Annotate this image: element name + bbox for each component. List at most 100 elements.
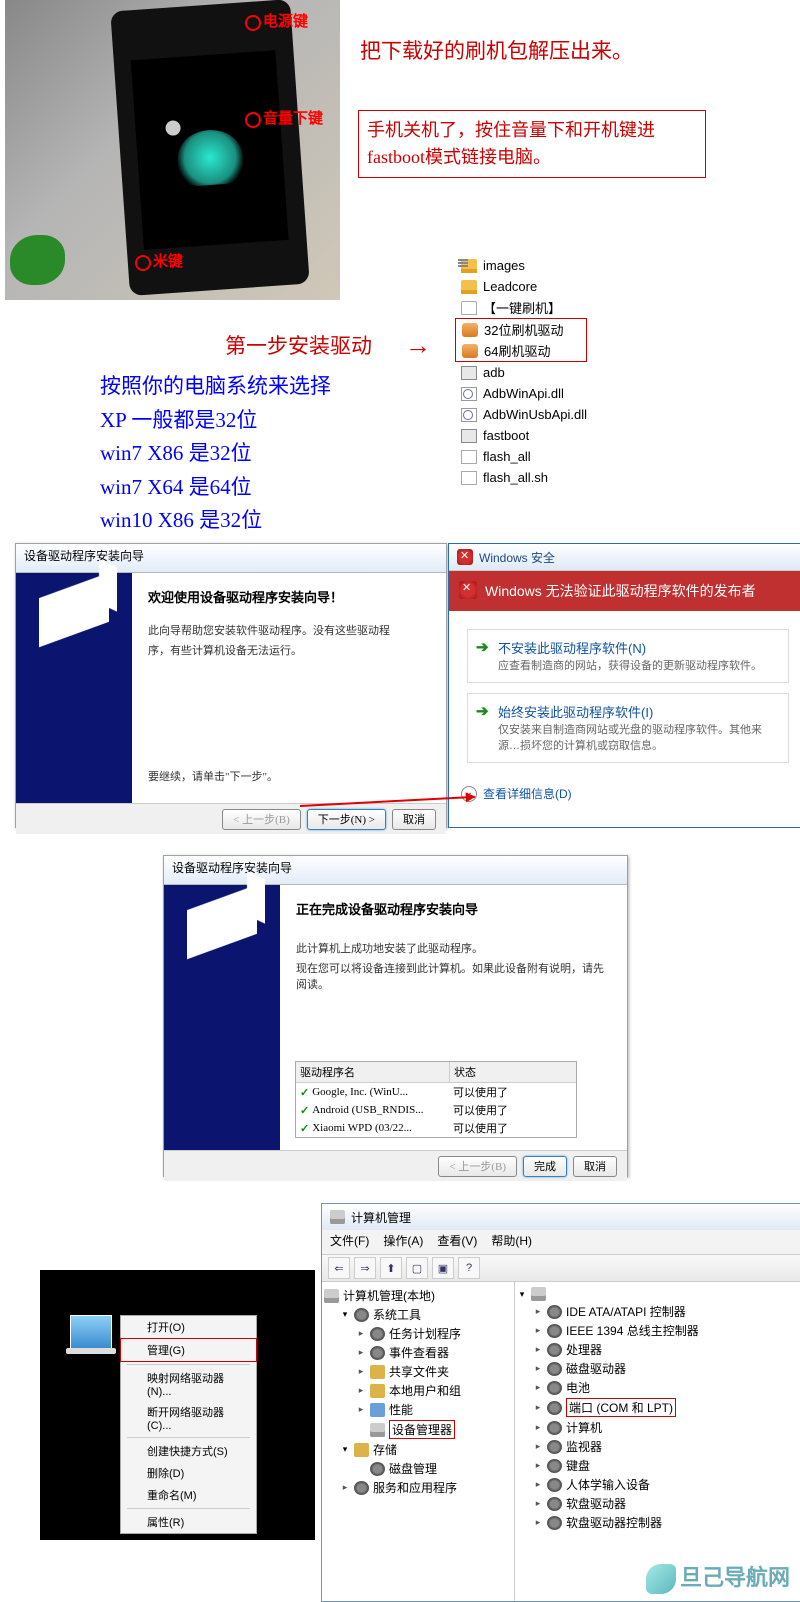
menu-item[interactable]: 重命名(M) [121,1484,256,1506]
tree-node[interactable]: ▸计算机 [517,1418,798,1437]
file-item[interactable]: fastboot [455,425,587,446]
menu-item[interactable]: 断开网络驱动器(C)... [121,1401,256,1435]
driver-name: Google, Inc. (WinU... [312,1086,408,1098]
expand-icon[interactable]: ▸ [533,1382,543,1393]
menu-item[interactable]: 删除(D) [121,1462,256,1484]
expand-icon[interactable]: ▸ [533,1363,543,1374]
menu-item[interactable]: 查看(V) [437,1232,477,1252]
file-item[interactable]: AdbWinUsbApi.dll [455,404,587,425]
tree-root[interactable]: 计算机管理(本地) [324,1286,512,1305]
option-dont-install[interactable]: ➔ 不安装此驱动程序软件(N) 应查看制造商的网站，获得设备的更新驱动程序软件。 [467,629,789,683]
cancel-button[interactable]: 取消 [392,809,436,830]
file-item[interactable]: 32位刷机驱动 [455,318,587,340]
expand-icon[interactable]: ▸ [533,1306,543,1317]
tree-node[interactable]: ▸人体学输入设备 [517,1475,798,1494]
cancel-button[interactable]: 取消 [573,1156,617,1177]
next-button[interactable]: 下一步(N) > [307,809,386,830]
expand-icon[interactable]: ▸ [533,1402,543,1413]
tree-node[interactable]: ▸本地用户和组 [324,1381,512,1400]
file-item[interactable]: 【一键刷机】 [455,297,587,318]
tree-node[interactable]: ▸IEEE 1394 总线主控制器 [517,1321,798,1340]
tree-node[interactable]: ▸IDE ATA/ATAPI 控制器 [517,1302,798,1321]
dll-icon [461,408,477,422]
tree-node[interactable]: ▸键盘 [517,1456,798,1475]
expand-icon[interactable]: ▸ [356,1366,366,1377]
computer-icon[interactable] [70,1315,112,1349]
expand-icon[interactable]: ▸ [533,1460,543,1471]
file-item[interactable]: adb [455,362,587,383]
help-button[interactable]: ? [458,1257,480,1279]
computer-icon [531,1287,546,1301]
expand-icon[interactable]: ▸ [533,1422,543,1433]
left-tree: 计算机管理(本地) ▾系统工具▸任务计划程序▸事件查看器▸共享文件夹▸本地用户和… [322,1282,515,1602]
expand-icon[interactable]: ▸ [533,1479,543,1490]
expand-icon[interactable]: ▸ [356,1328,366,1339]
security-title-text: Windows 安全 [479,549,555,566]
shield-icon [459,581,477,599]
finish-button[interactable]: 完成 [523,1156,567,1177]
file-item[interactable]: images [455,255,587,276]
tree-node[interactable]: ▸端口 (COM 和 LPT) [517,1397,798,1418]
menu-item[interactable]: 操作(A) [383,1232,423,1252]
menu-item[interactable]: 打开(O) [121,1316,256,1338]
exe-icon [461,429,477,443]
expand-icon[interactable]: ▸ [356,1404,366,1415]
tree-node[interactable]: ▸共享文件夹 [324,1362,512,1381]
expand-icon[interactable]: ▾ [517,1289,527,1300]
menu-item[interactable]: 映射网络驱动器(N)... [121,1367,256,1401]
expand-icon[interactable]: ▸ [533,1517,543,1528]
file-item[interactable]: flash_all [455,446,587,467]
expand-icon[interactable]: ▸ [356,1385,366,1396]
expand-icon[interactable]: ▸ [533,1498,543,1509]
file-name: adb [483,365,505,380]
menu-item[interactable]: 属性(R) [121,1511,256,1533]
file-item[interactable]: AdbWinApi.dll [455,383,587,404]
props-button[interactable]: ▢ [406,1257,428,1279]
forward-button[interactable]: ⇒ [354,1257,376,1279]
tree-node[interactable]: ▸任务计划程序 [324,1324,512,1343]
expand-icon[interactable]: ▸ [356,1347,366,1358]
tree-node[interactable]: ▸磁盘驱动器 [517,1359,798,1378]
node-label: 磁盘管理 [389,1460,437,1477]
up-button[interactable]: ⬆ [380,1257,402,1279]
tree-node[interactable]: ▸处理器 [517,1340,798,1359]
wizard-line: 此向导帮助您安装软件驱动程序。没有这些驱动程 [148,622,430,638]
details-expander[interactable]: ⌄ 查看详细信息(D) [449,779,800,808]
tree-root[interactable]: ▾ [517,1286,798,1302]
tree-node[interactable]: ▾系统工具 [324,1305,512,1324]
tree-node[interactable]: 设备管理器 [324,1419,512,1440]
tree-node[interactable]: ▸软盘驱动器控制器 [517,1513,798,1532]
tree-node[interactable]: ▸监视器 [517,1437,798,1456]
expand-icon[interactable]: ▸ [533,1325,543,1336]
wizard-heading: 欢迎使用设备驱动程序安装向导！ [148,587,430,606]
option-always-install[interactable]: ➔ 始终安装此驱动程序软件(I) 仅安装来自制造商网站或光盘的驱动程序软件。其他… [467,693,789,763]
file-name: AdbWinUsbApi.dll [483,407,587,422]
tree-node[interactable]: ▸软盘驱动器 [517,1494,798,1513]
power-marker [245,15,261,31]
node-icon [547,1421,562,1435]
expand-icon[interactable]: ▾ [340,1444,350,1455]
expand-icon[interactable]: ▾ [340,1309,350,1320]
menu-item[interactable]: 创建快捷方式(S) [121,1440,256,1462]
tree-node[interactable]: 磁盘管理 [324,1459,512,1478]
refresh-button[interactable]: ▣ [432,1257,454,1279]
menu-item[interactable]: 管理(G) [120,1338,257,1362]
back-button[interactable]: ⇐ [328,1257,350,1279]
tree-node[interactable]: ▸性能 [324,1400,512,1419]
tree-node[interactable]: ▾存储 [324,1440,512,1459]
note-line: win7 X86 是32位 [100,437,331,471]
tree-node[interactable]: ▸电池 [517,1378,798,1397]
menu-item[interactable]: 帮助(H) [491,1232,532,1252]
file-item[interactable]: flash_all.sh [455,467,587,488]
wizard-welcome-dialog: 设备驱动程序安装向导 欢迎使用设备驱动程序安装向导！ 此向导帮助您安装软件驱动程… [15,543,447,828]
tree-node[interactable]: ▸服务和应用程序 [324,1478,512,1497]
window-title: 计算机管理 [322,1204,800,1230]
file-item[interactable]: Leadcore [455,276,587,297]
file-item[interactable]: 64刷机驱动 [455,340,587,362]
tree-node[interactable]: ▸事件查看器 [324,1343,512,1362]
expand-icon[interactable]: ▸ [533,1441,543,1452]
expand-icon[interactable]: ▸ [533,1344,543,1355]
menu-item[interactable]: 文件(F) [330,1232,369,1252]
menu-bar: 文件(F) 操作(A) 查看(V) 帮助(H) [322,1230,800,1255]
expand-icon[interactable]: ▸ [340,1482,350,1493]
